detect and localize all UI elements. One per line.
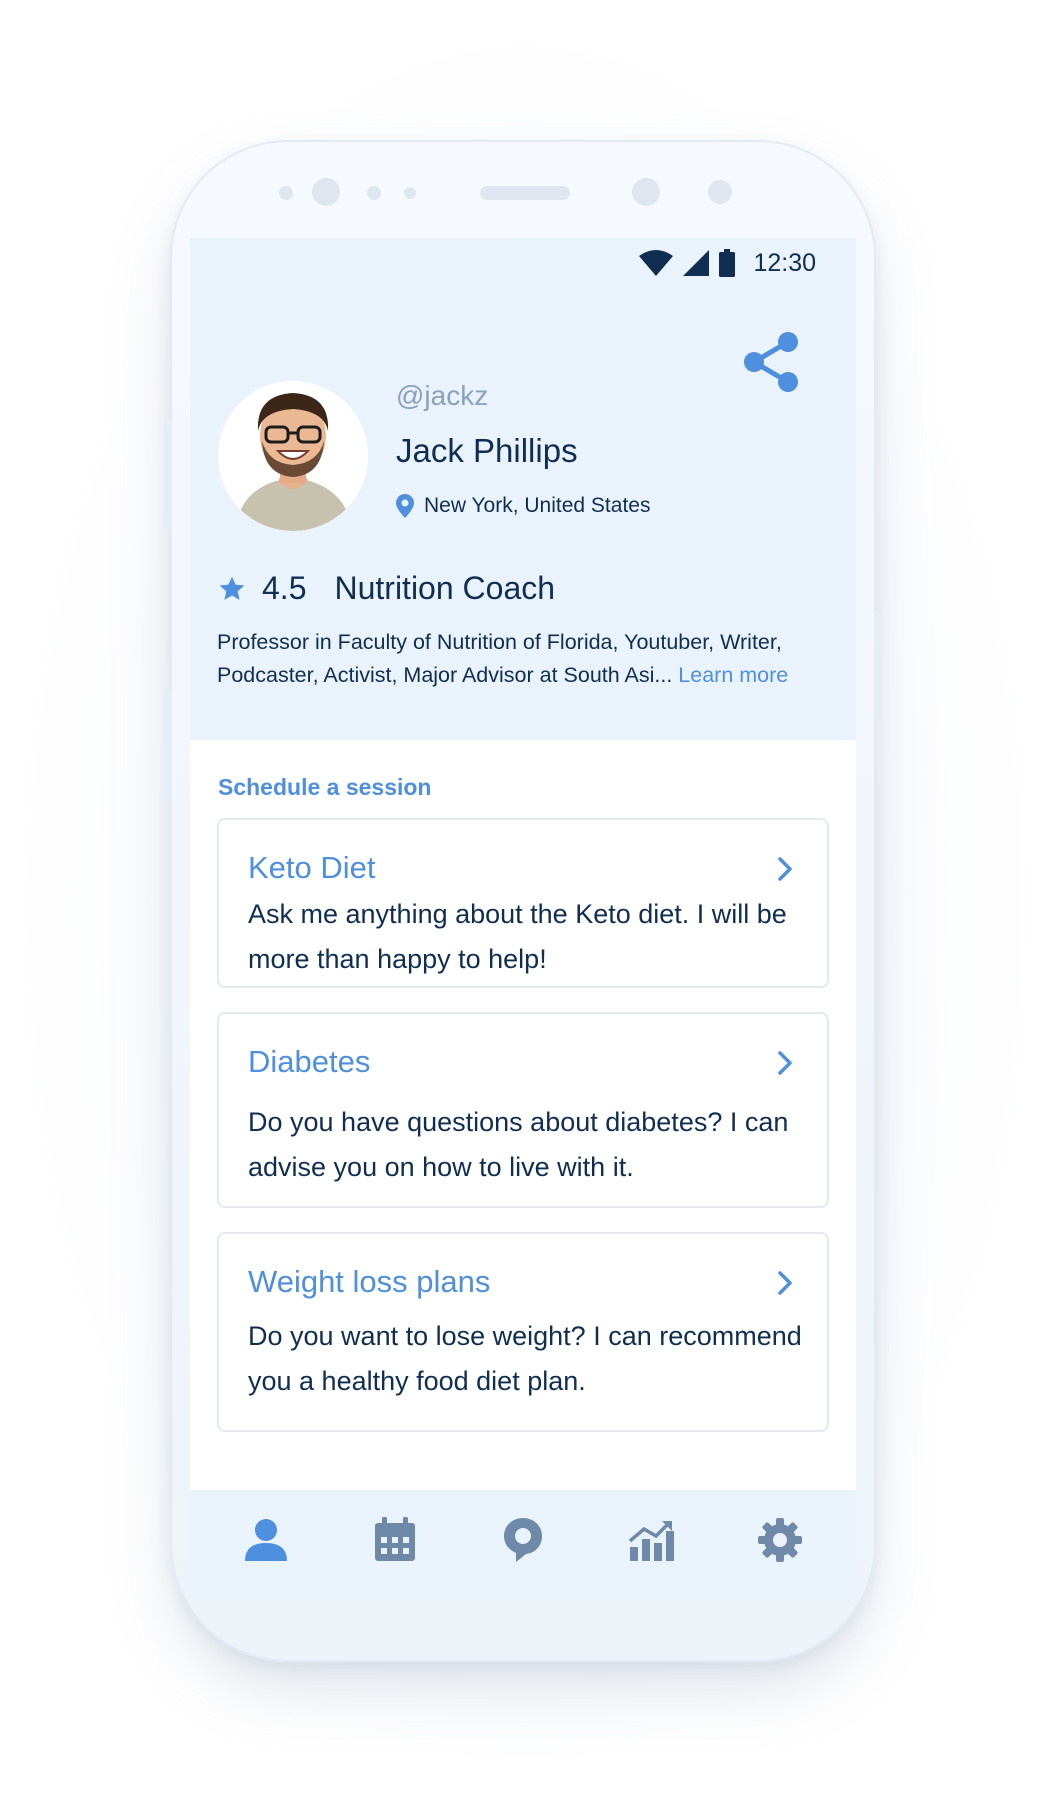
sensor-dot [367,186,381,200]
session-card-diabetes[interactable]: Diabetes Do you have questions about dia… [217,1012,829,1208]
nav-calendar[interactable] [365,1510,425,1570]
side-button-left-bottom [164,690,172,800]
nav-chat[interactable] [493,1510,553,1570]
proximity-sensor [632,178,660,206]
location-pin-icon [396,494,414,518]
learn-more-link[interactable]: Learn more [678,663,788,687]
calendar-icon [374,1517,415,1561]
profile-title: Nutrition Coach [334,570,556,606]
session-card-keto[interactable]: Keto Diet Ask me anything about the Keto… [217,818,829,988]
star-icon [219,576,245,600]
nav-profile[interactable] [236,1510,296,1570]
side-button-right [874,610,882,720]
chat-icon [503,1518,542,1562]
card-description: Ask me anything about the Keto diet. I w… [248,899,787,974]
sensor-dot [279,186,293,200]
section-title: Schedule a session [218,774,432,800]
front-camera [312,178,340,206]
status-bar: 12:30 [190,238,856,288]
page: 12:30 @jackz Jack Phillips New York, Uni… [0,0,1050,1806]
card-title: Keto Diet [248,850,376,885]
location-text: New York, United States [424,494,651,517]
card-description: Do you have questions about diabetes? I … [248,1107,789,1182]
schedule-section: Schedule a session Keto Diet Ask me anyt… [190,740,856,1490]
session-card-weight-loss[interactable]: Weight loss plans Do you want to lose we… [217,1232,829,1432]
chevron-right-icon [778,857,792,881]
profile-handle: @jackz [396,380,489,411]
profile-photo [218,381,368,531]
earpiece-speaker [480,186,570,200]
analytics-icon [629,1520,675,1561]
share-icon[interactable] [742,330,802,394]
nav-settings[interactable] [750,1510,810,1570]
signal-icon [683,250,710,276]
avatar[interactable] [218,381,368,531]
profile-name: Jack Phillips [396,432,578,469]
app-screen: 12:30 @jackz Jack Phillips New York, Uni… [190,238,856,1600]
rating-value: 4.5 [262,570,307,606]
nav-analytics[interactable] [621,1510,681,1570]
card-title: Weight loss plans [248,1264,491,1299]
rating-row: 4.5 Nutrition Coach [218,570,555,607]
bottom-nav [190,1490,856,1590]
profile-bio: Professor in Faculty of Nutrition of Flo… [217,626,847,692]
card-title: Diabetes [248,1044,371,1079]
card-description: Do you want to lose weight? I can recomm… [248,1321,802,1396]
wifi-icon [639,250,674,276]
chevron-right-icon [778,1051,792,1075]
battery-icon [719,249,736,277]
profile-icon [245,1519,288,1561]
settings-icon [757,1518,802,1562]
chevron-right-icon [778,1271,792,1295]
sensor-dot [708,180,732,204]
side-button-left-top [164,420,172,530]
status-time: 12:30 [753,248,816,277]
sensor-dot [404,187,416,199]
profile-location: New York, United States [396,494,650,518]
